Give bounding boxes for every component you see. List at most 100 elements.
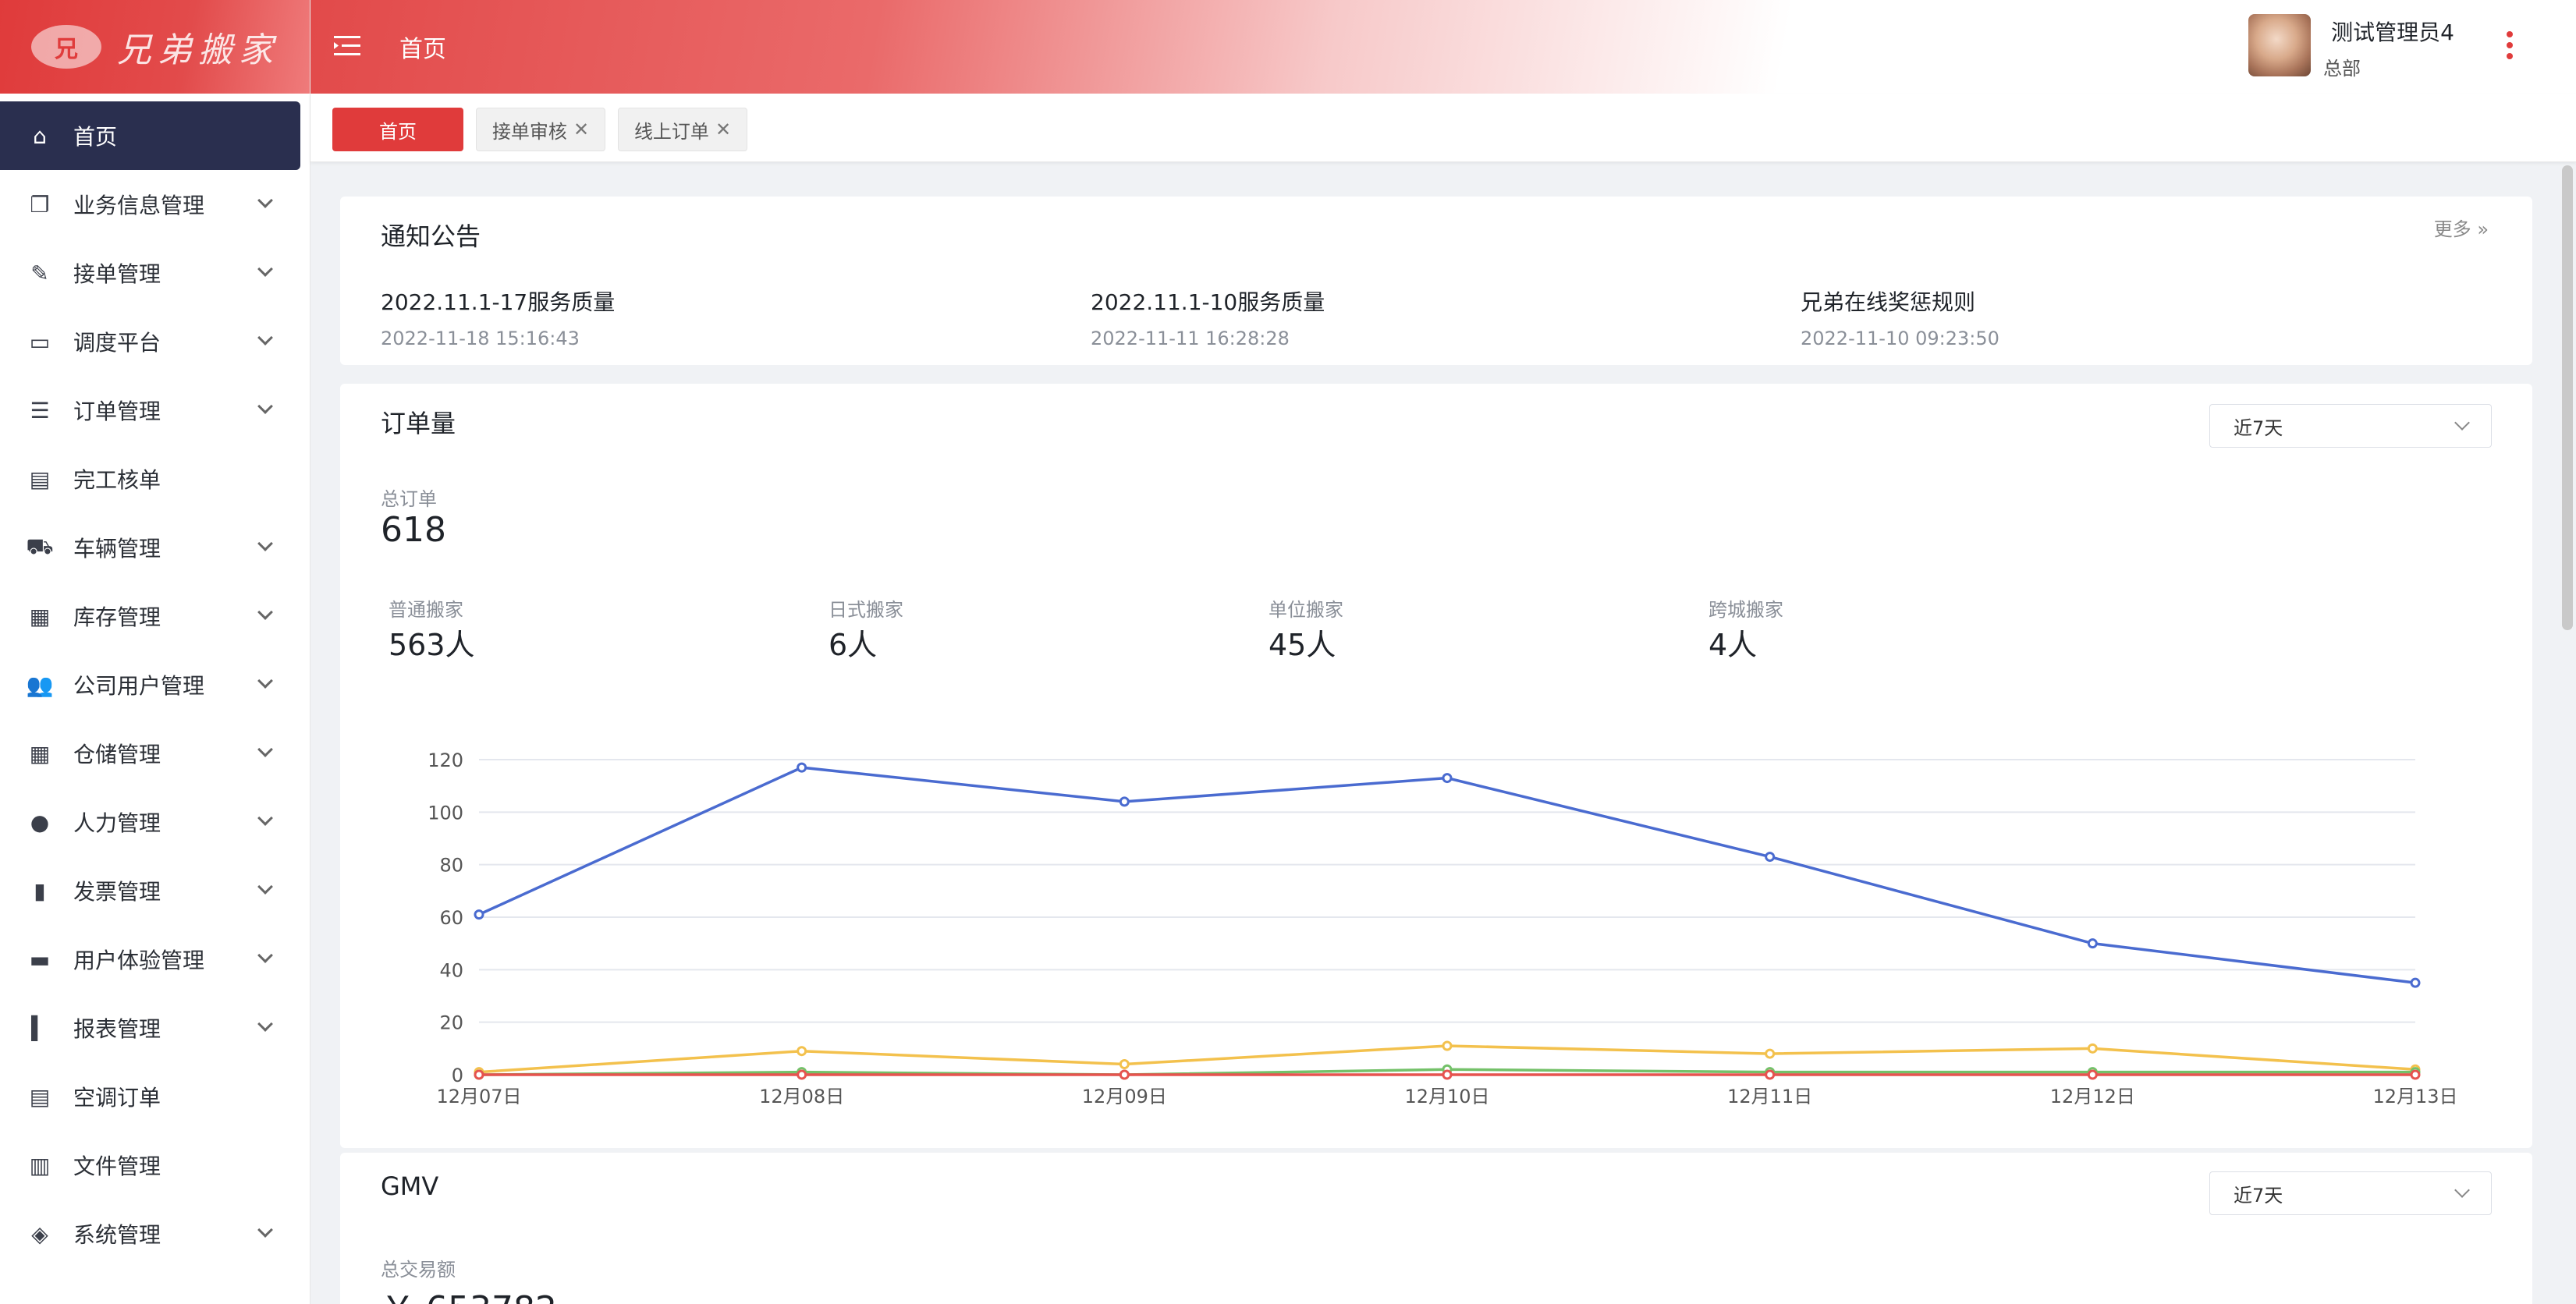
notice-item-time: 2022-11-11 16:28:28: [1091, 328, 1290, 349]
y-tick-label: 60: [439, 907, 463, 929]
sidebar-menu: ⌂ 首页 ❐ 业务信息管理 ✎ 接单管理 ▭ 调度平台 ☰ 订单管理 ▤ 完工核单 ⛟ 车辆管理 ▦ 库存管理…: [0, 101, 310, 1268]
top-header: 首页 测试管理员4 总部: [310, 0, 2576, 94]
chevron-down-icon: [257, 742, 273, 757]
tab-order-review[interactable]: 接单审核 ✕: [476, 108, 605, 151]
y-tick-label: 20: [439, 1012, 463, 1034]
gmv-total-value: ￥ 653782: [381, 1281, 557, 1304]
sidebar-item[interactable]: ▤ 空调订单: [0, 1062, 310, 1131]
data-point: [2087, 1043, 2098, 1054]
sidebar-item-label: 发票管理: [73, 879, 161, 905]
sidebar-item-label: 调度平台: [73, 330, 161, 356]
sidebar-item-label: 车辆管理: [73, 536, 161, 562]
monitor-icon: ▭: [29, 328, 51, 355]
notice-item[interactable]: 2022.11.1-10服务质量 2022-11-11 16:28:28: [1091, 285, 1325, 349]
notice-item-time: 2022-11-10 09:23:50: [1801, 328, 1999, 349]
chevron-down-icon: [257, 810, 273, 826]
chevron-down-icon: [2454, 1182, 2470, 1198]
select-value: 近7天: [2234, 1184, 2283, 1207]
logo-mark: 兄: [31, 25, 101, 69]
data-point: [797, 1046, 807, 1057]
sidebar-item[interactable]: ▍ 报表管理: [0, 994, 310, 1062]
sidebar-item[interactable]: ▦ 库存管理: [0, 582, 310, 650]
y-tick-label: 120: [428, 749, 463, 771]
menu-toggle-icon[interactable]: [334, 34, 360, 58]
notice-item-title: 2022.11.1-17服务质量: [381, 289, 616, 315]
series-line: [478, 766, 2416, 984]
sidebar-item[interactable]: ● 人力管理: [0, 788, 310, 856]
notice-item[interactable]: 兄弟在线奖惩规则 2022-11-10 09:23:50: [1801, 285, 1999, 349]
x-tick-label: 12月13日: [2372, 1086, 2457, 1107]
data-point: [1119, 796, 1130, 807]
users-icon: 👥: [26, 671, 54, 698]
list-icon: ☰: [30, 397, 50, 423]
data-point: [1442, 773, 1453, 784]
y-tick-label: 80: [439, 855, 463, 877]
chevron-down-icon: [257, 536, 273, 551]
invoice-icon: ▮: [34, 877, 46, 904]
sidebar-item-label: 用户体验管理: [73, 948, 205, 973]
tab-online-orders[interactable]: 线上订单 ✕: [618, 108, 747, 151]
x-tick-label: 12月12日: [2050, 1086, 2135, 1107]
sidebar-item[interactable]: ◈ 系统管理: [0, 1199, 310, 1268]
chevron-down-icon: [257, 879, 273, 895]
grid-icon: ▦: [29, 740, 51, 767]
sidebar: 兄 兄弟搬家 ⌂ 首页 ❐ 业务信息管理 ✎ 接单管理 ▭ 调度平台 ☰ 订单管理 ▤ 完工核单 ⛟ 车辆…: [0, 0, 310, 1304]
sidebar-item[interactable]: ▤ 完工核单: [0, 445, 310, 513]
sidebar-item-label: 库存管理: [73, 604, 161, 630]
notice-item[interactable]: 2022.11.1-17服务质量 2022-11-18 15:16:43: [381, 285, 615, 349]
sidebar-item[interactable]: ▮ 发票管理: [0, 856, 310, 925]
data-point: [474, 1069, 484, 1080]
avatar[interactable]: [2248, 14, 2311, 76]
sidebar-item[interactable]: ▦ 仓储管理: [0, 719, 310, 788]
tab-label: 接单审核: [491, 120, 567, 143]
tab-home[interactable]: 首页: [332, 108, 463, 151]
data-point: [1442, 1040, 1453, 1051]
sidebar-item[interactable]: ☰ 订单管理: [0, 376, 310, 445]
table-icon: ▦: [29, 603, 51, 629]
page-scrollbar[interactable]: [2562, 165, 2573, 630]
sidebar-item[interactable]: ▬ 用户体验管理: [0, 925, 310, 994]
chevron-down-icon: [257, 261, 273, 277]
notice-item-title: 2022.11.1-10服务质量: [1091, 289, 1325, 315]
documents-icon: ❐: [30, 191, 50, 218]
notice-item-title: 兄弟在线奖惩规则: [1801, 289, 1976, 315]
orders-card: 订单量 近7天 总订单 618 普通搬家 563人 日式搬家 6人 单位搬家 4…: [340, 384, 2532, 1148]
more-link[interactable]: 更多 »: [2434, 214, 2489, 241]
sidebar-item-label: 人力管理: [73, 810, 161, 836]
close-icon[interactable]: ✕: [573, 119, 589, 140]
notice-item-time: 2022-11-18 15:16:43: [381, 328, 580, 349]
sidebar-item[interactable]: 👥 公司用户管理: [0, 650, 310, 719]
sidebar-item[interactable]: ⛟ 车辆管理: [0, 513, 310, 582]
sidebar-item[interactable]: ⌂ 首页: [0, 101, 300, 170]
gmv-range-select[interactable]: 近7天: [2209, 1171, 2492, 1215]
sidebar-item-label: 首页: [73, 124, 118, 150]
chevron-down-icon: [257, 604, 273, 620]
gmv-title: GMV: [381, 1171, 439, 1201]
user-name[interactable]: 测试管理员4: [2331, 16, 2454, 47]
user-icon: ●: [30, 809, 50, 835]
data-point: [1765, 852, 1776, 863]
sidebar-item[interactable]: ❐ 业务信息管理: [0, 170, 310, 239]
sidebar-item-label: 业务信息管理: [73, 193, 205, 218]
sidebar-item[interactable]: ▭ 调度平台: [0, 307, 310, 376]
orders-line-chart: 0 20 40 60 80 100 120 12月07日 12月08日 12月09日 12月10日 1…: [428, 749, 2457, 1107]
file-check-icon: ▤: [29, 466, 51, 492]
sidebar-item-label: 系统管理: [73, 1222, 161, 1248]
sidebar-item-label: 文件管理: [73, 1153, 161, 1179]
sidebar-item[interactable]: ▥ 文件管理: [0, 1131, 310, 1199]
data-point: [1119, 1059, 1130, 1070]
close-icon[interactable]: ✕: [715, 119, 731, 140]
sidebar-item[interactable]: ✎ 接单管理: [0, 239, 310, 307]
data-point: [1765, 1069, 1776, 1080]
sidebar-item-label: 订单管理: [73, 399, 161, 424]
x-tick-label: 12月07日: [436, 1086, 521, 1107]
home-icon: ⌂: [33, 122, 47, 149]
data-point: [1442, 1069, 1453, 1080]
x-tick-label: 12月08日: [759, 1086, 844, 1107]
x-tick-label: 12月09日: [1082, 1086, 1167, 1107]
more-vertical-icon[interactable]: [2506, 31, 2514, 59]
data-point: [2410, 1069, 2421, 1080]
logo: 兄 兄弟搬家: [0, 0, 310, 94]
sidebar-item-label: 报表管理: [73, 1016, 161, 1042]
tab-label: 线上订单: [633, 120, 709, 143]
